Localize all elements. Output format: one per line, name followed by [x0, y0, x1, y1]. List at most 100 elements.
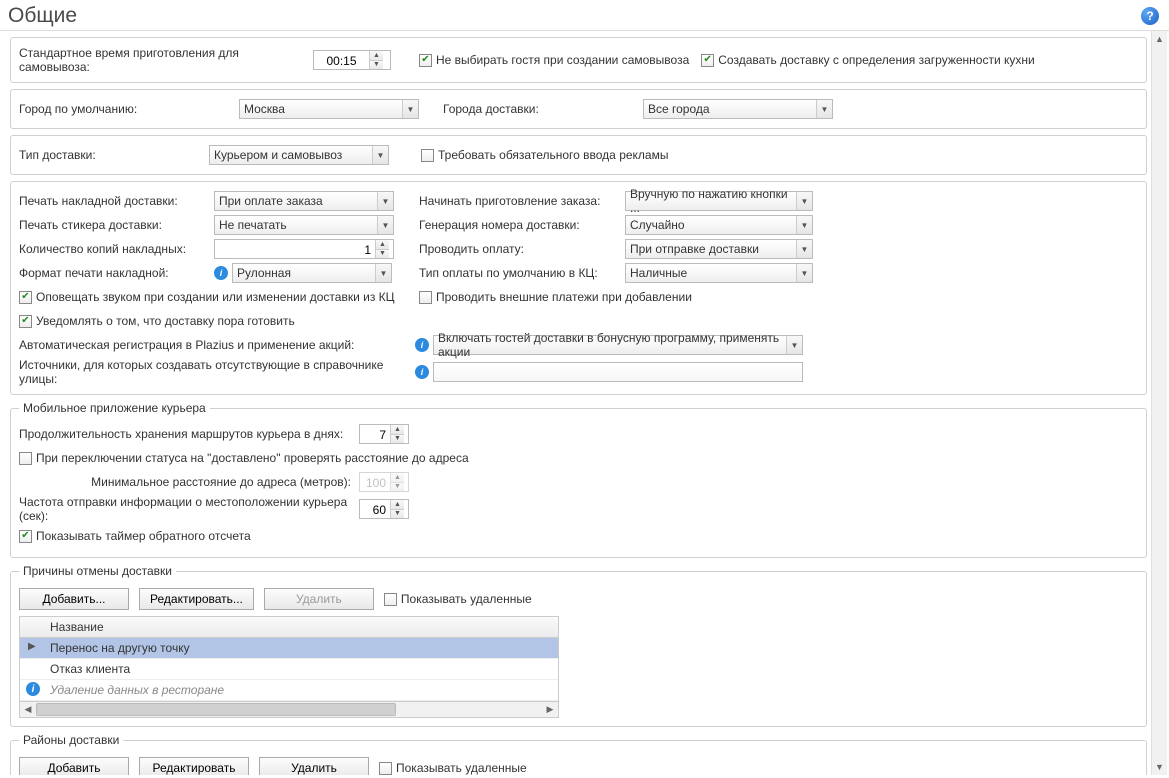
gen-number-select[interactable]: Случайно▼ — [625, 215, 813, 235]
start-cooking-label: Начинать приготовление заказа: — [419, 194, 625, 208]
spinner-down-icon[interactable]: ▼ — [376, 250, 389, 259]
print-sticker-select[interactable]: Не печатать▼ — [214, 215, 394, 235]
spinner-down-icon: ▼ — [391, 483, 404, 492]
external-payments-checkbox[interactable]: Проводить внешние платежи при добавлении — [419, 290, 692, 304]
std-time-label: Стандартное время приготовления для само… — [19, 46, 313, 74]
info-icon[interactable]: i — [214, 266, 228, 280]
scroll-thumb[interactable] — [36, 703, 396, 716]
delivery-regions-fieldset: Районы доставки Добавить Редактировать У… — [10, 733, 1147, 775]
delivery-cities-select[interactable]: Все города ▼ — [643, 99, 833, 119]
show-deleted-reasons-checkbox[interactable]: Показывать удаленные — [384, 592, 532, 606]
chevron-down-icon: ▼ — [786, 336, 802, 354]
route-duration-label: Продолжительность хранения маршрутов кур… — [19, 427, 359, 441]
info-icon[interactable]: i — [415, 338, 429, 352]
copies-input[interactable] — [215, 240, 375, 260]
gen-number-label: Генерация номера доставки: — [419, 218, 625, 232]
chevron-down-icon: ▼ — [796, 264, 812, 282]
chevron-down-icon: ▼ — [402, 100, 418, 118]
start-cooking-select[interactable]: Вручную по нажатию кнопки ...▼ — [625, 191, 813, 211]
mobile-courier-legend: Мобильное приложение курьера — [19, 401, 210, 415]
std-time-spinner[interactable]: ▲▼ — [313, 50, 391, 70]
location-freq-label: Частота отправки информации о местополож… — [19, 495, 359, 523]
checkbox-icon — [701, 54, 714, 67]
spinner-down-icon[interactable]: ▼ — [391, 510, 404, 519]
default-city-select[interactable]: Москва ▼ — [239, 99, 419, 119]
spinner-up-icon[interactable]: ▲ — [376, 240, 389, 250]
row-marker-icon: ▶ — [28, 641, 36, 652]
table-row[interactable]: i Удаление данных в ресторане — [20, 680, 558, 701]
add-region-button[interactable]: Добавить — [19, 757, 129, 775]
cancel-reasons-legend: Причины отмены доставки — [19, 564, 176, 578]
scroll-down-icon[interactable]: ▼ — [1152, 759, 1167, 775]
print-sticker-label: Печать стикера доставки: — [19, 218, 214, 232]
checkbox-icon — [419, 291, 432, 304]
chevron-down-icon: ▼ — [372, 146, 388, 164]
checkbox-icon — [384, 593, 397, 606]
show-deleted-regions-checkbox[interactable]: Показывать удаленные — [379, 761, 527, 775]
scroll-right-icon[interactable]: ▶ — [542, 702, 558, 717]
default-paytype-select[interactable]: Наличные▼ — [625, 263, 813, 283]
default-city-block: Город по умолчанию: Москва ▼ Города дост… — [10, 89, 1147, 129]
spinner-up-icon[interactable]: ▲ — [370, 51, 383, 61]
checkbox-icon — [379, 762, 392, 775]
spinner-down-icon[interactable]: ▼ — [391, 435, 404, 444]
pickup-time-block: Стандартное время приготовления для само… — [10, 37, 1147, 83]
print-invoice-label: Печать накладной доставки: — [19, 194, 214, 208]
chevron-down-icon: ▼ — [816, 100, 832, 118]
payment-select[interactable]: При отправке доставки▼ — [625, 239, 813, 259]
print-payment-block: Печать накладной доставки: При оплате за… — [10, 181, 1147, 395]
delivery-type-block: Тип доставки: Курьером и самовывоз ▼ Тре… — [10, 135, 1147, 175]
min-distance-spinner: ▲▼ — [359, 472, 409, 492]
edit-region-button[interactable]: Редактировать — [139, 757, 249, 775]
spinner-down-icon[interactable]: ▼ — [370, 61, 383, 70]
copies-spinner[interactable]: ▲▼ — [214, 239, 394, 259]
cancel-reasons-grid: Название ▶ Перенос на другую точку Отказ… — [19, 616, 559, 702]
copies-label: Количество копий накладных: — [19, 242, 214, 256]
add-reason-button[interactable]: Добавить... — [19, 588, 129, 610]
spinner-up-icon[interactable]: ▲ — [391, 500, 404, 510]
route-duration-input[interactable] — [360, 425, 390, 445]
no-guest-checkbox[interactable]: Не выбирать гостя при создании самовывоз… — [419, 53, 689, 67]
delivery-type-select[interactable]: Курьером и самовывоз ▼ — [209, 145, 389, 165]
std-time-input[interactable] — [314, 51, 369, 71]
grid-horizontal-scrollbar[interactable]: ◀ ▶ — [19, 702, 559, 718]
check-distance-checkbox[interactable]: При переключении статуса на "доставлено"… — [19, 451, 469, 465]
info-icon[interactable]: i — [415, 365, 429, 379]
chevron-down-icon: ▼ — [796, 216, 812, 234]
location-freq-input[interactable] — [360, 500, 390, 520]
vertical-scrollbar[interactable]: ▲ ▼ — [1151, 31, 1167, 775]
route-duration-spinner[interactable]: ▲▼ — [359, 424, 409, 444]
chevron-down-icon: ▼ — [377, 216, 393, 234]
checkbox-icon — [19, 291, 32, 304]
print-format-label: Формат печати накладной: — [19, 266, 214, 280]
table-row[interactable]: Отказ клиента — [20, 659, 558, 680]
grid-header[interactable]: Название — [20, 617, 558, 638]
checkbox-icon — [19, 452, 32, 465]
chevron-down-icon: ▼ — [796, 192, 812, 210]
plazius-select[interactable]: Включать гостей доставки в бонусную прог… — [433, 335, 803, 355]
table-row[interactable]: ▶ Перенос на другую точку — [20, 638, 558, 659]
require-ad-checkbox[interactable]: Требовать обязательного ввода рекламы — [421, 148, 668, 162]
scroll-up-icon[interactable]: ▲ — [1152, 31, 1167, 47]
print-format-select[interactable]: Рулонная▼ — [232, 263, 392, 283]
countdown-timer-checkbox[interactable]: Показывать таймер обратного отсчета — [19, 529, 251, 543]
delete-region-button[interactable]: Удалить — [259, 757, 369, 775]
edit-reason-button[interactable]: Редактировать... — [139, 588, 254, 610]
scroll-left-icon[interactable]: ◀ — [20, 702, 36, 717]
sources-label: Источники, для которых создавать отсутст… — [19, 358, 415, 386]
mobile-courier-fieldset: Мобильное приложение курьера Продолжител… — [10, 401, 1147, 558]
help-icon[interactable]: ? — [1141, 7, 1159, 25]
min-distance-label: Минимальное расстояние до адреса (метров… — [19, 475, 359, 489]
chevron-down-icon: ▼ — [375, 264, 391, 282]
sources-input[interactable] — [433, 362, 803, 382]
sound-notify-checkbox[interactable]: Оповещать звуком при создании или измене… — [19, 290, 395, 304]
notify-ready-checkbox[interactable]: Уведомлять о том, что доставку пора гото… — [19, 314, 295, 328]
location-freq-spinner[interactable]: ▲▼ — [359, 499, 409, 519]
spinner-up-icon[interactable]: ▲ — [391, 425, 404, 435]
plazius-label: Автоматическая регистрация в Plazius и п… — [19, 338, 415, 352]
print-invoice-select[interactable]: При оплате заказа▼ — [214, 191, 394, 211]
create-delivery-checkbox[interactable]: Создавать доставку с определения загруже… — [701, 53, 1034, 67]
payment-label: Проводить оплату: — [419, 242, 625, 256]
min-distance-input — [360, 473, 390, 493]
cancel-reasons-fieldset: Причины отмены доставки Добавить... Реда… — [10, 564, 1147, 727]
